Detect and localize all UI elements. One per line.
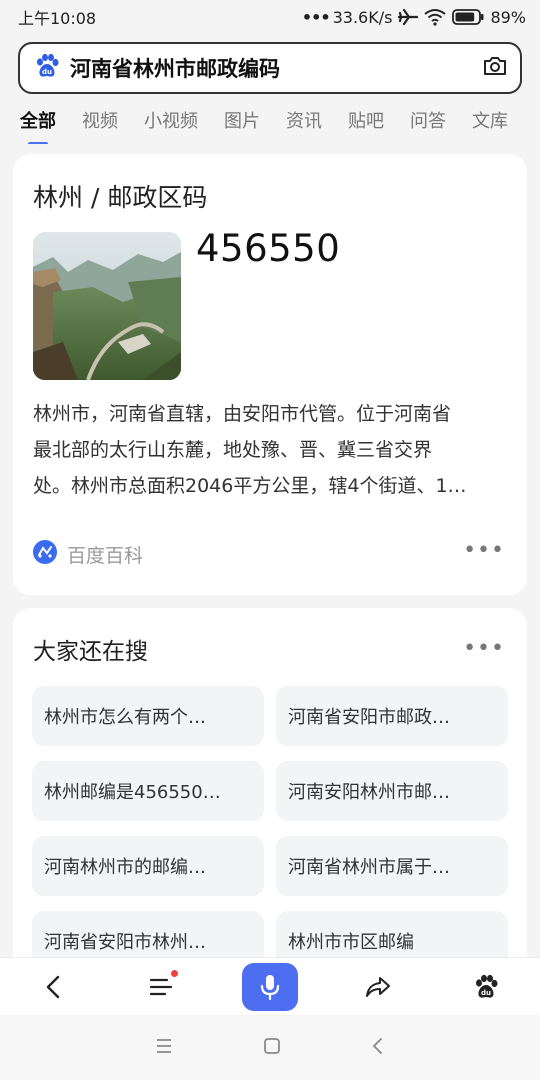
back-icon[interactable] — [371, 1037, 385, 1059]
linzhou-landscape-image[interactable] — [33, 232, 181, 380]
related-searches-card: 大家还在搜 ••• 林州市怎么有两个… 河南省安阳市邮政… 林州邮编是45655… — [13, 608, 527, 1008]
bottom-toolbar: du — [0, 957, 540, 1015]
search-tabs: 全部 视频 小视频 图片 资讯 贴吧 问答 文库 — [0, 100, 540, 144]
status-icons: ••• 33.6K/s 89% — [302, 8, 526, 27]
camera-icon[interactable] — [482, 54, 508, 82]
related-search-item[interactable]: 河南省安阳市邮政… — [276, 686, 508, 746]
menu-button[interactable] — [134, 962, 190, 1012]
postcode-value[interactable]: 456550 — [196, 227, 340, 270]
description-line: 最北部的太行山东麓，地处豫、晋、冀三省交界 — [33, 439, 433, 461]
result-source[interactable]: 百度百科 — [33, 540, 143, 569]
description-line: 林州市，河南省直辖，由安阳市代管。位于河南省 — [33, 403, 452, 425]
related-search-item[interactable]: 林州市怎么有两个… — [32, 686, 264, 746]
tab-short-video[interactable]: 小视频 — [144, 104, 198, 140]
menu-icon — [149, 978, 173, 995]
tab-news[interactable]: 资讯 — [286, 104, 322, 140]
description-line: 处。林州市总面积2046平方公里，辖4个街道、1… — [33, 475, 467, 497]
related-title: 大家还在搜 — [33, 639, 148, 665]
search-input[interactable]: 河南省林州市邮政编码 — [70, 53, 482, 83]
related-search-item[interactable]: 河南安阳林州市邮… — [276, 761, 508, 821]
search-box[interactable]: du 河南省林州市邮政编码 — [18, 42, 522, 94]
tab-wenku[interactable]: 文库 — [472, 104, 508, 140]
home-icon[interactable] — [263, 1037, 281, 1059]
baidu-home-button[interactable]: du — [458, 962, 514, 1012]
postcode-result-card[interactable]: 林州 / 邮政区码 456550 林州市，河南省直辖，由安阳市代管。位于河南省 … — [13, 154, 527, 595]
status-time: 上午10:08 — [18, 9, 97, 28]
wifi-icon — [424, 8, 447, 26]
system-nav-bar — [0, 1016, 540, 1080]
signal-dots-icon: ••• — [301, 7, 331, 27]
recents-icon[interactable] — [155, 1038, 173, 1058]
baidu-paw-icon: du — [34, 53, 60, 83]
related-search-item[interactable]: 河南林州市的邮编… — [32, 836, 264, 896]
back-button[interactable] — [26, 962, 82, 1012]
more-dots-icon[interactable]: ••• — [463, 538, 505, 563]
notification-dot — [171, 969, 178, 977]
result-description[interactable]: 林州市，河南省直辖，由安阳市代管。位于河南省 最北部的太行山东麓，地处豫、晋、冀… — [33, 396, 513, 504]
share-button[interactable] — [350, 962, 406, 1012]
more-dots-icon[interactable]: ••• — [463, 636, 505, 661]
tab-video[interactable]: 视频 — [82, 104, 118, 140]
battery-icon — [452, 9, 484, 25]
status-bar: 上午10:08 ••• 33.6K/s 89% — [0, 0, 540, 34]
share-icon — [366, 976, 390, 997]
back-arrow-icon — [46, 975, 60, 998]
tab-images[interactable]: 图片 — [224, 104, 260, 140]
related-search-item[interactable]: 河南省林州市属于… — [276, 836, 508, 896]
baidu-paw-icon: du — [476, 974, 498, 998]
network-speed: 33.6K/s — [332, 7, 393, 27]
svg-text:du: du — [42, 68, 52, 76]
source-label: 百度百科 — [67, 545, 144, 567]
result-title[interactable]: 林州 / 邮政区码 — [33, 178, 207, 214]
baike-icon — [33, 540, 57, 569]
voice-search-button[interactable] — [242, 962, 298, 1011]
mic-icon — [260, 974, 280, 1000]
tab-qa[interactable]: 问答 — [410, 104, 446, 140]
related-grid: 林州市怎么有两个… 河南省安阳市邮政… 林州邮编是456550… 河南安阳林州市… — [32, 686, 508, 971]
tab-tieba[interactable]: 贴吧 — [348, 104, 384, 140]
battery-percent: 89% — [490, 7, 526, 27]
airplane-icon — [398, 8, 419, 26]
related-search-item[interactable]: 林州邮编是456550… — [32, 761, 264, 821]
svg-text:du: du — [481, 989, 491, 997]
tab-all[interactable]: 全部 — [20, 104, 56, 144]
